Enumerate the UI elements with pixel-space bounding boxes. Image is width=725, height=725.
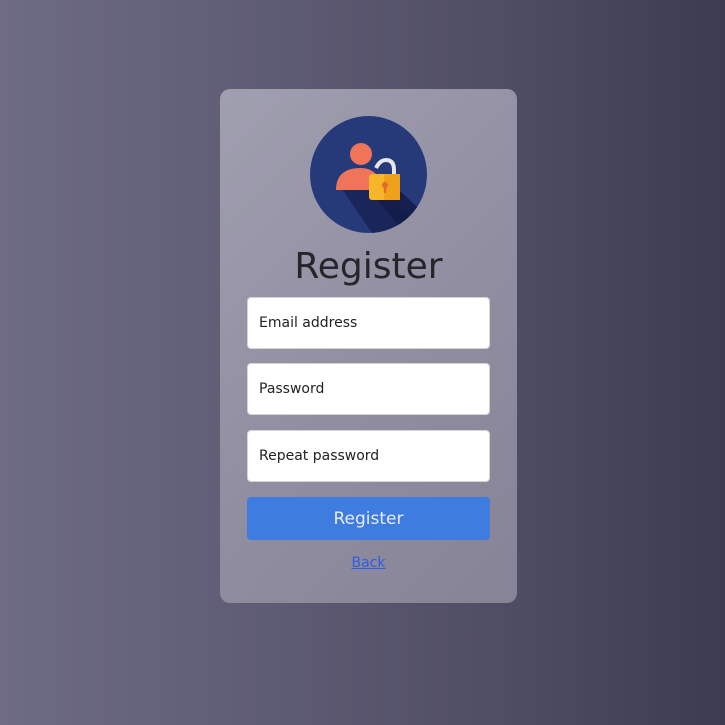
repeat-password-field[interactable] xyxy=(247,430,490,482)
user-lock-icon xyxy=(310,116,427,233)
page-title: Register xyxy=(294,246,443,287)
register-button[interactable]: Register xyxy=(247,497,490,540)
password-field[interactable] xyxy=(247,363,490,415)
email-field[interactable] xyxy=(247,297,490,349)
register-card: Register Register Back xyxy=(220,89,517,603)
back-link[interactable]: Back xyxy=(352,555,386,571)
back-link-container: Back xyxy=(220,555,517,571)
